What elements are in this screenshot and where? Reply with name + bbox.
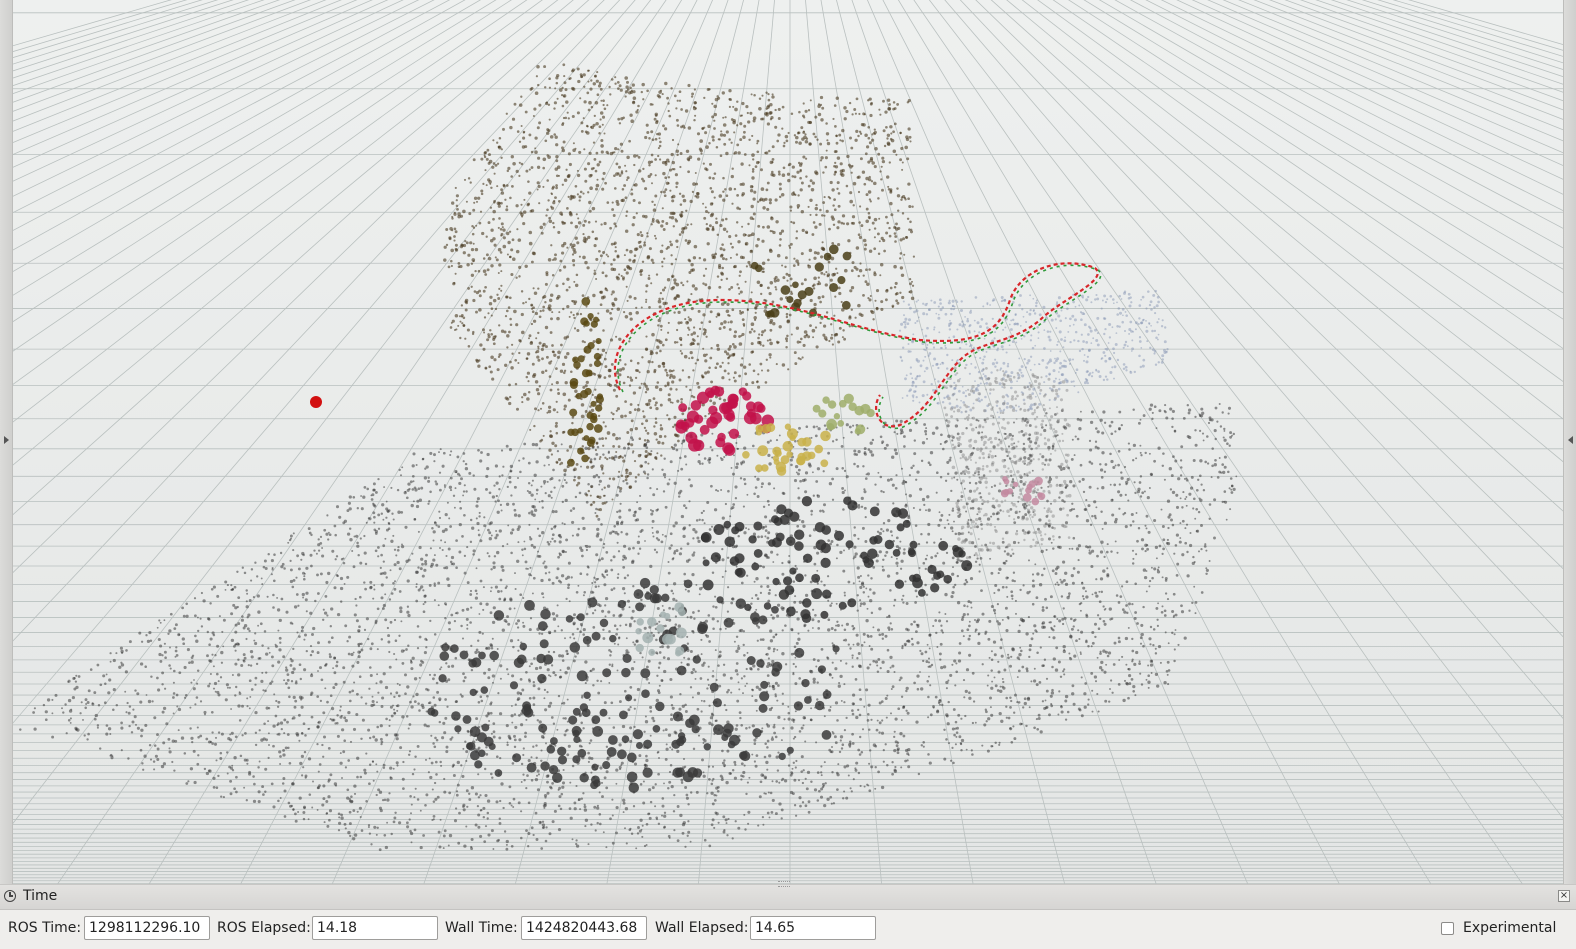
ros-time-field[interactable] — [84, 916, 210, 940]
wall-time-label: Wall Time: — [445, 920, 518, 936]
wall-elapsed-field[interactable] — [750, 916, 876, 940]
clock-icon — [4, 890, 16, 902]
experimental-label[interactable]: Experimental — [1463, 920, 1556, 936]
panel-title: Time — [23, 888, 57, 904]
time-fields-row: ROS Time: ROS Elapsed: Wall Time: Wall E… — [0, 915, 1576, 943]
ros-elapsed-field[interactable] — [312, 916, 438, 940]
close-icon[interactable]: × — [1558, 890, 1570, 902]
wall-elapsed-label: Wall Elapsed: — [655, 920, 748, 936]
experimental-checkbox[interactable] — [1441, 922, 1454, 935]
right-dock-handle[interactable] — [1563, 0, 1576, 884]
left-dock-handle[interactable] — [0, 0, 13, 884]
time-panel: Time × ROS Time: ROS Elapsed: Wall Time:… — [0, 884, 1576, 949]
ros-elapsed-label: ROS Elapsed: — [217, 920, 311, 936]
expand-left-icon — [4, 436, 9, 444]
wall-time-field[interactable] — [521, 916, 647, 940]
panel-resize-grip[interactable] — [778, 881, 790, 887]
ros-time-label: ROS Time: — [8, 920, 81, 936]
expand-right-icon — [1568, 436, 1573, 444]
time-panel-titlebar[interactable]: Time × — [0, 885, 1576, 910]
3d-viewport[interactable] — [0, 0, 1576, 884]
marker-point — [310, 396, 322, 408]
3d-scene-canvas[interactable] — [0, 0, 1576, 884]
